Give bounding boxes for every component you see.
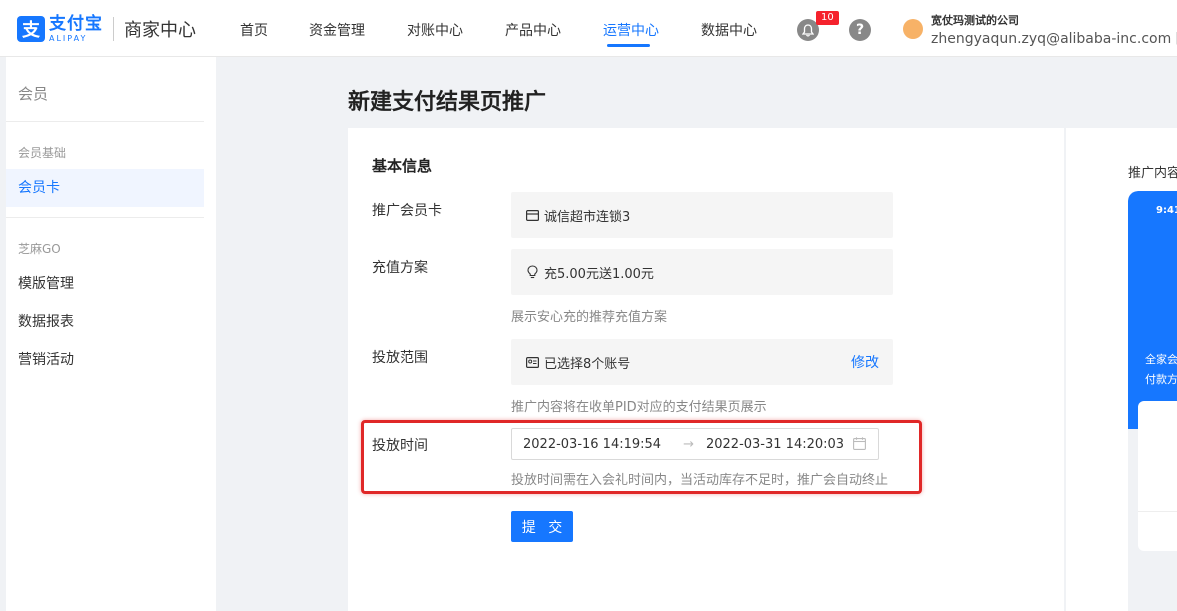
company-name[interactable]: 宽仗玛测试的公司 [931,12,1019,28]
highlight-box [361,420,922,494]
phone-preview: 9:41 全家会 付款方 [1128,191,1177,611]
preview-label: 推广内容 [1128,166,1177,181]
nav-products[interactable]: 产品中心 [505,20,561,40]
card-icon [525,208,539,222]
phone-text-line1: 全家会 [1145,353,1177,366]
account-email[interactable]: zhengyaqun.zyq@alibaba-inc.com [主账 [931,28,1177,48]
scope-field: 已选择8个账号 修改 [511,339,893,385]
submit-button[interactable]: 提 交 [511,511,573,542]
phone-text-line2: 付款方 [1145,373,1177,386]
bulb-icon [525,265,539,279]
scope-edit-link[interactable]: 修改 [851,352,879,372]
member-card-value: 诚信超市连锁3 [544,209,631,225]
sidebar-item-member-card[interactable]: 会员卡 [6,169,204,207]
help-icon[interactable]: ? [849,19,871,41]
sidebar-header: 会员 [18,85,49,103]
logo-name-en: ALIPAY [49,33,88,43]
recharge-plan-hint: 展示安心充的推荐充值方案 [511,310,668,325]
nav-active-indicator [607,44,650,47]
phone-header [1128,191,1177,429]
scope-value: 已选择8个账号 [544,356,631,372]
sidebar-item-reports[interactable]: 数据报表 [6,303,204,341]
logo-name-cn: 支付宝 [49,13,103,34]
phone-time: 9:41 [1156,205,1177,216]
top-navigation: 支 支付宝 ALIPAY 商家中心 首页 资金管理 对账中心 产品中心 运营中心… [0,0,1177,57]
logo-text: 支付宝 ALIPAY [49,13,103,43]
recharge-plan-label: 充值方案 [372,260,428,276]
avatar[interactable] [903,19,923,39]
preview-panel: 推广内容 9:41 全家会 付款方 [1066,128,1177,611]
nav-reconciliation[interactable]: 对账中心 [407,20,463,40]
sidebar-divider [6,217,204,218]
nav-operations[interactable]: 运营中心 [603,20,659,40]
portal-title: 商家中心 [124,20,196,41]
account-icon [525,355,539,369]
recharge-plan-value: 充5.00元送1.00元 [544,266,654,282]
sidebar-item-campaigns[interactable]: 营销活动 [6,341,204,379]
notification-badge: 10 [816,11,839,25]
page-title: 新建支付结果页推广 [348,90,547,115]
member-card-field: 诚信超市连锁3 [511,192,893,238]
scope-hint: 推广内容将在收单PID对应的支付结果页展示 [511,400,767,415]
member-card-label: 推广会员卡 [372,203,442,219]
form-card: 基本信息 推广会员卡 诚信超市连锁3 充值方案 充5.00元送1.00元 展示安… [348,128,1064,611]
phone-content-card [1138,401,1177,551]
nav-funds[interactable]: 资金管理 [309,20,365,40]
recharge-plan-field: 充5.00元送1.00元 [511,249,893,295]
sidebar-item-templates[interactable]: 模版管理 [6,265,204,303]
scope-label: 投放范围 [372,350,428,366]
nav-data[interactable]: 数据中心 [701,20,757,40]
alipay-logo-icon: 支 [17,16,45,42]
sidebar-group-zhima-go: 芝麻GO [18,242,61,256]
phone-card-divider [1138,511,1177,512]
alipay-logo[interactable]: 支 支付宝 ALIPAY 商家中心 [17,14,196,44]
logo-divider [113,17,114,41]
sidebar-divider [6,121,204,122]
section-title: 基本信息 [372,157,433,175]
sidebar-group-member-basics: 会员基础 [18,146,67,160]
nav-home[interactable]: 首页 [240,20,268,40]
sidebar: 会员 会员基础 会员卡 芝麻GO 模版管理 数据报表 营销活动 [6,57,216,611]
